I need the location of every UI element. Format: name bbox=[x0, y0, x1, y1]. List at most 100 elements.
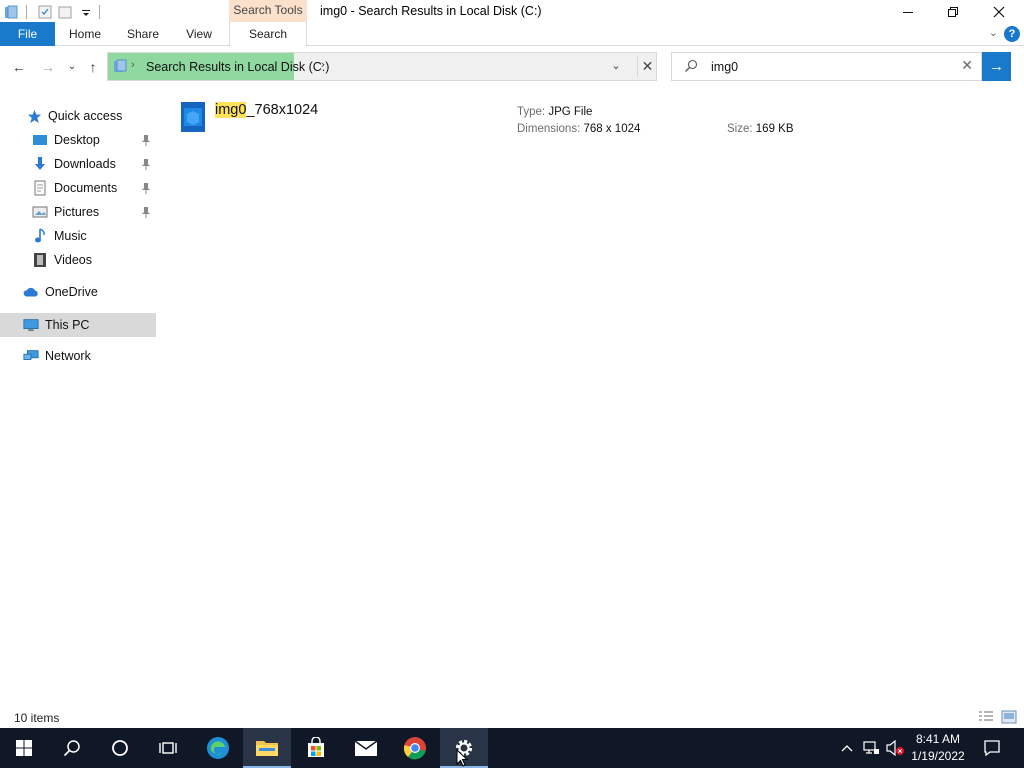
tab-home[interactable]: Home bbox=[60, 22, 110, 46]
dimensions-value: 768 x 1024 bbox=[583, 123, 641, 135]
desktop-icon bbox=[32, 132, 48, 148]
address-separator[interactable]: › bbox=[131, 59, 135, 71]
chrome-icon bbox=[403, 737, 426, 760]
new-folder-icon[interactable] bbox=[57, 4, 73, 20]
restore-button[interactable] bbox=[930, 0, 976, 24]
sidebar-item-label: Music bbox=[54, 229, 87, 243]
notification-icon bbox=[984, 740, 1000, 757]
size-value: 169 KB bbox=[755, 123, 794, 135]
network-tray-button[interactable] bbox=[860, 728, 882, 768]
close-window-button[interactable] bbox=[976, 0, 1022, 24]
help-button[interactable]: ? bbox=[1004, 26, 1020, 42]
pin-icon bbox=[140, 157, 152, 171]
address-bar[interactable]: › Search Results in Local Disk (C:) › ⌄ … bbox=[107, 52, 657, 81]
music-icon bbox=[32, 228, 48, 244]
sidebar-item-desktop[interactable]: Desktop bbox=[0, 128, 156, 152]
sidebar-item-quick-access[interactable]: Quick access bbox=[0, 104, 156, 128]
network-icon bbox=[23, 348, 39, 364]
details-view-icon[interactable] bbox=[978, 710, 994, 724]
forward-button[interactable]: → bbox=[38, 58, 58, 76]
windows-icon bbox=[16, 740, 32, 756]
pin-icon bbox=[140, 133, 152, 147]
show-hidden-icons-button[interactable] bbox=[838, 728, 856, 768]
star-icon bbox=[26, 108, 42, 124]
network-status-icon bbox=[863, 741, 879, 754]
mail-icon bbox=[354, 740, 378, 756]
result-size: Size: 169 KB bbox=[727, 123, 794, 135]
status-bar: 10 items bbox=[0, 706, 1024, 728]
clear-search-button[interactable]: ✕ bbox=[961, 57, 973, 74]
restore-icon bbox=[948, 7, 958, 17]
tab-share[interactable]: Share bbox=[118, 22, 168, 46]
large-icons-view-icon[interactable] bbox=[1001, 710, 1017, 724]
sidebar-item-label: Downloads bbox=[54, 157, 116, 171]
sidebar-item-label: Videos bbox=[54, 253, 92, 267]
cancel-search-button[interactable]: ✕ bbox=[637, 56, 657, 77]
properties-icon[interactable] bbox=[37, 4, 53, 20]
back-button[interactable]: ← bbox=[9, 58, 29, 76]
result-file-name[interactable]: img0_768x1024 bbox=[215, 102, 318, 118]
video-icon bbox=[32, 252, 48, 268]
taskbar-clock[interactable]: 8:41 AM 1/19/2022 bbox=[905, 731, 971, 765]
mouse-cursor bbox=[455, 748, 469, 768]
volume-tray-button[interactable] bbox=[884, 728, 906, 768]
customize-qat-icon[interactable] bbox=[81, 4, 91, 20]
edge-icon bbox=[207, 737, 229, 759]
sidebar-item-label: Quick access bbox=[48, 109, 123, 123]
store-button[interactable] bbox=[292, 728, 340, 768]
search-box[interactable]: img0 ✕ bbox=[671, 52, 982, 81]
taskbar-search-button[interactable] bbox=[48, 728, 96, 768]
search-input[interactable]: img0 bbox=[711, 60, 738, 74]
address-dropdown-button[interactable]: ⌄ bbox=[606, 59, 626, 72]
task-view-icon bbox=[159, 742, 177, 754]
dimensions-label: Dimensions: bbox=[517, 123, 581, 135]
title-bar: Search Tools img0 - Search Results in Lo… bbox=[0, 0, 1024, 24]
sidebar-item-label: Pictures bbox=[54, 205, 100, 219]
download-icon bbox=[32, 156, 48, 172]
sidebar-item-videos[interactable]: Videos bbox=[0, 248, 156, 272]
task-view-button[interactable] bbox=[144, 728, 192, 768]
pictures-icon bbox=[32, 204, 48, 220]
navigation-pane: Quick access Desktop Downloads Documents bbox=[0, 96, 156, 696]
sidebar-item-onedrive[interactable]: OneDrive bbox=[0, 280, 156, 304]
sidebar-item-downloads[interactable]: Downloads bbox=[0, 152, 156, 176]
sidebar-item-music[interactable]: Music bbox=[0, 224, 156, 248]
tab-search[interactable]: Search bbox=[229, 22, 307, 47]
cloud-icon bbox=[23, 284, 39, 300]
search-match-highlight: img0 bbox=[215, 102, 247, 118]
sidebar-item-this-pc[interactable]: This PC bbox=[0, 313, 156, 337]
size-label: Size: bbox=[727, 123, 753, 135]
chrome-button[interactable] bbox=[391, 728, 439, 768]
volume-muted-icon bbox=[886, 740, 904, 756]
qat-separator bbox=[26, 5, 27, 19]
address-separator[interactable]: › bbox=[321, 59, 325, 71]
search-tools-context-tab: Search Tools bbox=[229, 0, 307, 22]
chevron-up-icon bbox=[841, 745, 853, 752]
quick-access-toolbar bbox=[0, 2, 106, 22]
pin-icon bbox=[140, 181, 152, 195]
address-path[interactable]: Search Results in Local Disk (C:) bbox=[146, 60, 329, 74]
item-count: 10 items bbox=[14, 711, 60, 725]
start-button[interactable] bbox=[0, 728, 48, 768]
minimize-icon bbox=[903, 12, 913, 13]
expand-ribbon-icon[interactable]: ⌄ bbox=[989, 26, 998, 39]
type-value: JPG File bbox=[548, 106, 593, 118]
action-center-button[interactable] bbox=[978, 728, 1006, 768]
taskbar: 8:41 AM 1/19/2022 bbox=[0, 728, 1024, 768]
tab-view[interactable]: View bbox=[176, 22, 222, 46]
edge-button[interactable] bbox=[194, 728, 242, 768]
sidebar-item-pictures[interactable]: Pictures bbox=[0, 200, 156, 224]
sidebar-item-label: Desktop bbox=[54, 133, 100, 147]
recent-locations-button[interactable]: ⌄ bbox=[62, 58, 82, 76]
search-go-button[interactable]: → bbox=[982, 52, 1011, 81]
up-button[interactable]: ↑ bbox=[83, 58, 103, 76]
minimize-button[interactable] bbox=[885, 0, 931, 24]
cortana-button[interactable] bbox=[96, 728, 144, 768]
sidebar-item-documents[interactable]: Documents bbox=[0, 176, 156, 200]
sidebar-item-network[interactable]: Network bbox=[0, 344, 156, 368]
file-explorer-button[interactable] bbox=[243, 728, 291, 768]
mail-button[interactable] bbox=[342, 728, 390, 768]
close-icon bbox=[993, 6, 1005, 18]
sidebar-item-label: Network bbox=[45, 349, 91, 363]
tab-file[interactable]: File bbox=[0, 22, 55, 46]
